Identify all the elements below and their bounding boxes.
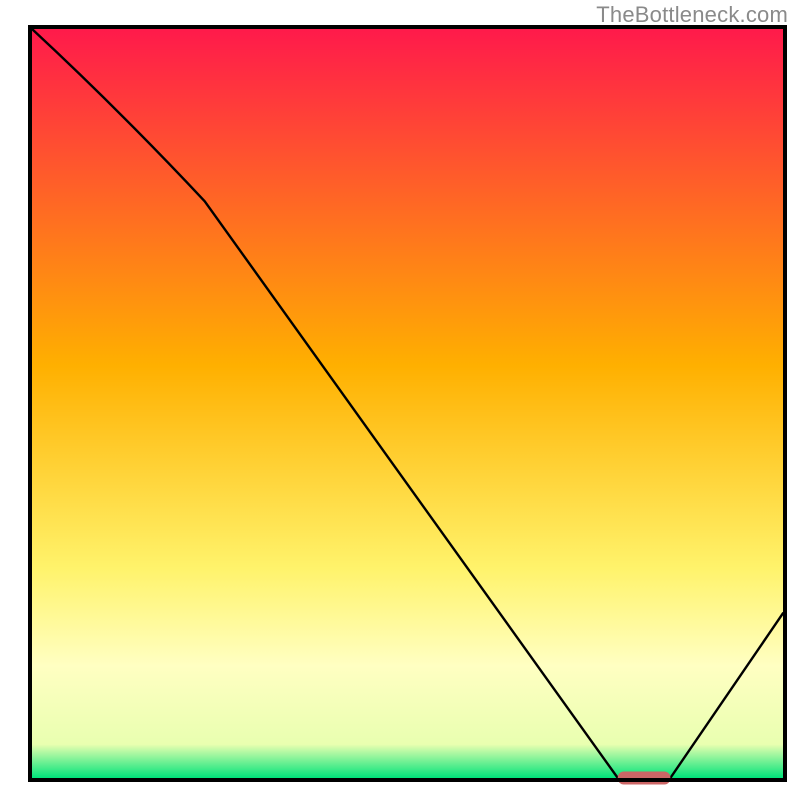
chart-background [32,29,783,778]
chart-container: TheBottleneck.com [0,0,800,800]
watermark-text: TheBottleneck.com [596,2,788,28]
bottleneck-chart [0,0,800,800]
